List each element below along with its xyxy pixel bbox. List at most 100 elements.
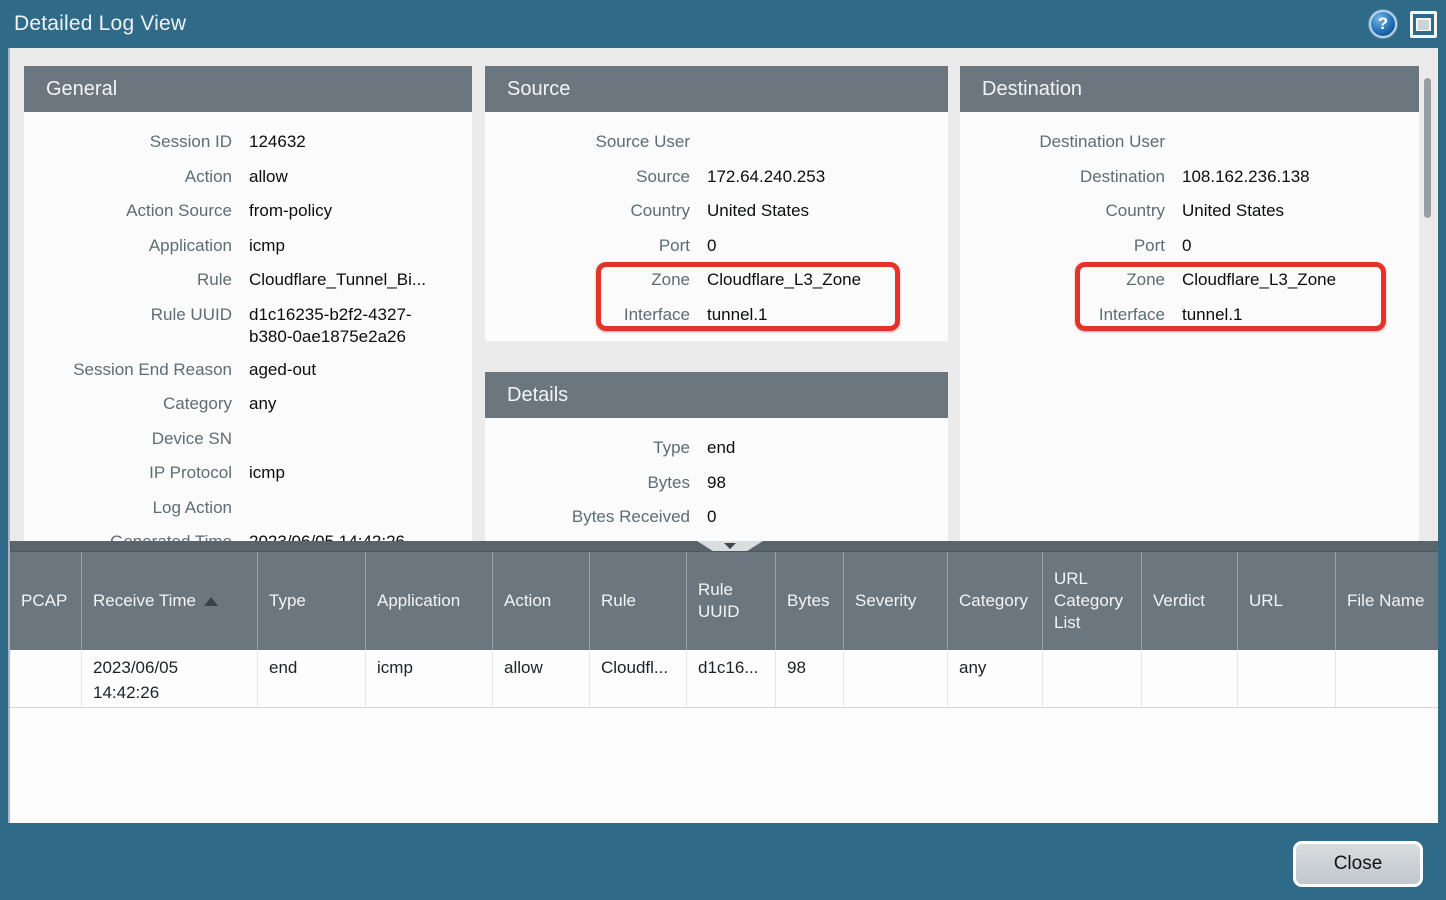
column-label: Application: [377, 590, 460, 612]
field-label: Zone: [485, 263, 690, 298]
details-row-type: Typeend: [485, 431, 948, 466]
column-header-action[interactable]: Action: [493, 552, 590, 650]
column-header-bytes[interactable]: Bytes: [776, 552, 844, 650]
column-label: Category: [959, 590, 1028, 612]
column-header-url[interactable]: URL: [1238, 552, 1336, 650]
panel-splitter: [10, 541, 1438, 551]
column-label: Receive Time: [93, 590, 196, 612]
cell-file-name: [1336, 650, 1438, 707]
field-value: [690, 125, 707, 160]
source-panel-title: Source: [507, 78, 570, 101]
maximize-window-icon[interactable]: [1410, 11, 1437, 38]
general-row-ip-protocol: IP Protocolicmp: [24, 456, 472, 491]
details-row-bytes: Bytes98: [485, 466, 948, 501]
column-header-pcap[interactable]: PCAP: [10, 552, 82, 650]
field-label: Action Source: [24, 194, 232, 229]
general-row-application: Applicationicmp: [24, 229, 472, 264]
cell-category: any: [948, 650, 1043, 707]
field-label: Session End Reason: [24, 353, 232, 388]
column-label: PCAP: [21, 590, 67, 612]
details-panel-body: Typeend Bytes98 Bytes Received0: [485, 418, 948, 535]
cell-url: [1238, 650, 1336, 707]
column-header-receive-time[interactable]: Receive Time: [82, 552, 258, 650]
field-value: United States: [690, 194, 809, 229]
field-value: 172.64.240.253: [690, 160, 825, 195]
field-value: icmp: [232, 456, 285, 491]
column-header-rule-uuid[interactable]: Rule UUID: [687, 552, 776, 650]
dialog-title: Detailed Log View: [0, 12, 186, 36]
field-label: Port: [485, 229, 690, 264]
field-value: allow: [232, 160, 288, 195]
column-header-file-name[interactable]: File Name: [1336, 552, 1438, 650]
source-row-source: Source172.64.240.253: [485, 160, 948, 195]
details-panel-header: Details: [485, 372, 948, 418]
field-label: Destination User: [960, 125, 1165, 160]
destination-panel-header: Destination: [960, 66, 1419, 112]
titlebar-icons: ?: [1369, 10, 1446, 38]
general-row-generated-time: Generated Time2023/06/05 14:42:26: [24, 525, 472, 541]
destination-row-interface: Interfacetunnel.1: [960, 298, 1419, 333]
field-label: Device SN: [24, 422, 232, 457]
general-row-rule: RuleCloudflare_Tunnel_Bi...: [24, 263, 472, 298]
field-label: Port: [960, 229, 1165, 264]
detailed-log-view-dialog: Detailed Log View ? General Session ID12…: [0, 0, 1446, 900]
destination-row-country: CountryUnited States: [960, 194, 1419, 229]
column-header-rule[interactable]: Rule: [590, 552, 687, 650]
column-label: Bytes: [787, 590, 830, 612]
details-panel-title: Details: [507, 384, 568, 407]
field-value: United States: [1165, 194, 1284, 229]
source-panel-header: Source: [485, 66, 948, 112]
cell-severity: [844, 650, 948, 707]
field-label: Interface: [960, 298, 1165, 333]
help-icon[interactable]: ?: [1369, 10, 1397, 38]
field-label: Category: [24, 387, 232, 422]
field-label: Application: [24, 229, 232, 264]
source-row-interface: Interfacetunnel.1: [485, 298, 948, 333]
general-row-action: Actionallow: [24, 160, 472, 195]
general-row-action-source: Action Sourcefrom-policy: [24, 194, 472, 229]
dialog-content: General Session ID124632 Actionallow Act…: [8, 48, 1438, 823]
column-label: Rule UUID: [698, 579, 764, 623]
field-value: [232, 422, 249, 457]
source-row-port: Port0: [485, 229, 948, 264]
general-row-rule-uuid: Rule UUIDd1c16235-b2f2-4327-b380-0ae1875…: [24, 298, 472, 353]
field-value: Cloudflare_L3_Zone: [690, 263, 861, 298]
general-row-session-id: Session ID124632: [24, 125, 472, 160]
column-header-verdict[interactable]: Verdict: [1142, 552, 1238, 650]
field-value: from-policy: [232, 194, 332, 229]
field-value: aged-out: [232, 353, 316, 388]
general-panel: General Session ID124632 Actionallow Act…: [24, 66, 472, 541]
cell-type: end: [258, 650, 366, 707]
source-panel-body: Source User Source172.64.240.253 Country…: [485, 112, 948, 332]
general-panel-title: General: [46, 78, 117, 101]
column-header-application[interactable]: Application: [366, 552, 493, 650]
help-icon-glyph: ?: [1378, 14, 1388, 34]
field-value: [232, 491, 249, 526]
field-label: Country: [960, 194, 1165, 229]
details-row-bytes-received: Bytes Received0: [485, 500, 948, 535]
column-label: Severity: [855, 590, 916, 612]
field-value: 124632: [232, 125, 306, 160]
destination-panel-title: Destination: [982, 78, 1082, 101]
cell-rule-uuid: d1c16...: [687, 650, 776, 707]
log-table-row[interactable]: 2023/06/05 14:42:26 end icmp allow Cloud…: [10, 650, 1438, 708]
cell-rule: Cloudfl...: [590, 650, 687, 707]
field-label: Rule UUID: [24, 298, 232, 353]
close-button[interactable]: Close: [1293, 841, 1423, 887]
field-value: 0: [690, 229, 716, 264]
cell-action: allow: [493, 650, 590, 707]
column-header-type[interactable]: Type: [258, 552, 366, 650]
column-label: URL: [1249, 590, 1283, 612]
column-header-url-category-list[interactable]: URL Category List: [1043, 552, 1142, 650]
general-row-device-sn: Device SN: [24, 422, 472, 457]
column-header-severity[interactable]: Severity: [844, 552, 948, 650]
splitter-collapse-handle[interactable]: [697, 541, 763, 551]
column-header-category[interactable]: Category: [948, 552, 1043, 650]
vertical-scrollbar-thumb[interactable]: [1424, 78, 1431, 218]
field-value: 0: [690, 500, 716, 535]
field-value: any: [232, 387, 276, 422]
source-row-source-user: Source User: [485, 125, 948, 160]
column-label: Action: [504, 590, 551, 612]
field-value: 108.162.236.138: [1165, 160, 1310, 195]
field-label: Country: [485, 194, 690, 229]
